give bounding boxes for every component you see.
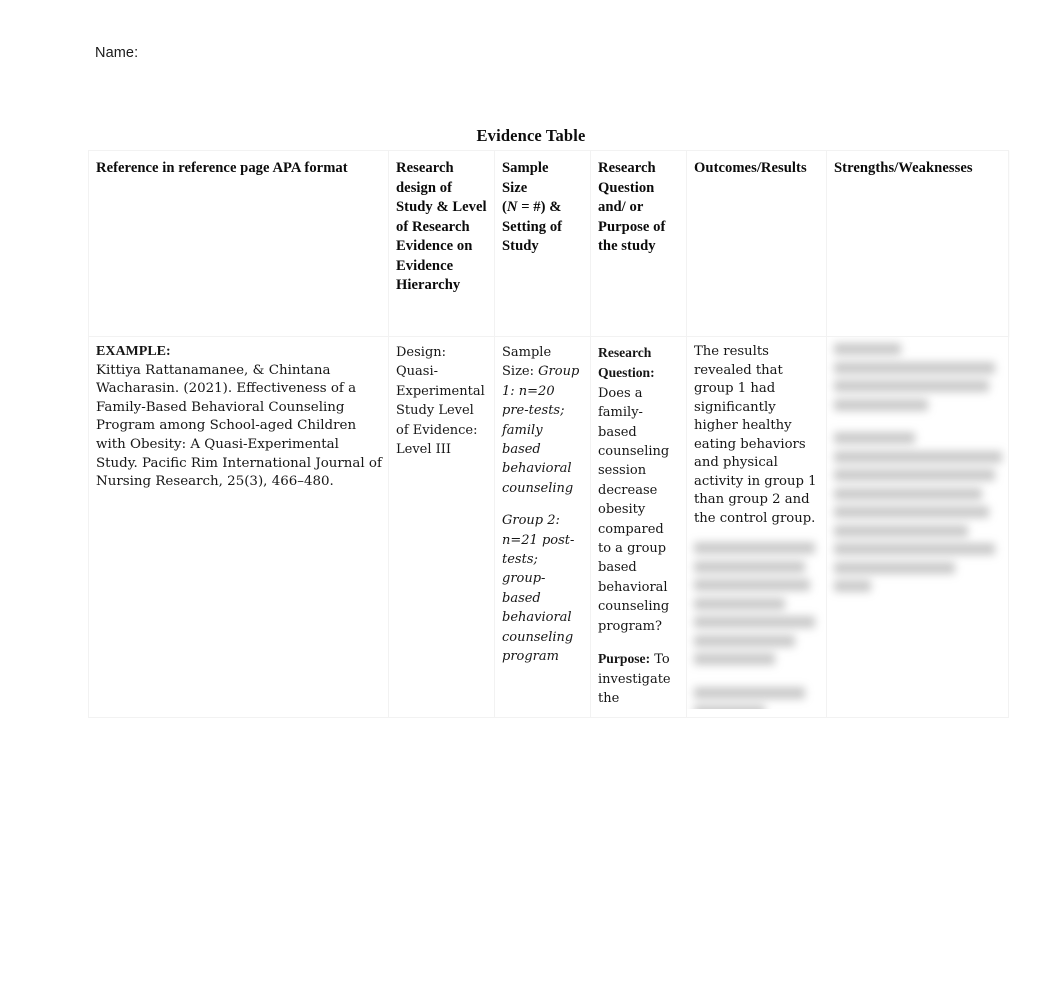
header-cell-outcomes: Outcomes/Results [686,150,827,337]
header-label-sample-size: Sample Size (N = #) & Setting of Study [495,151,590,261]
sample-size-content: Sample Size: Group 1: n=20 pre-tests; fa… [502,343,584,667]
table-header-row: Reference in reference page APA format R… [88,150,1009,337]
header-cell-sample-size: Sample Size (N = #) & Setting of Study [494,150,591,337]
cell-research-question: Research Question: Does a family-based c… [590,336,687,718]
header-label-reference: Reference in reference page APA format [96,160,348,176]
header-sample-line2: Size [502,179,528,196]
header-label-research-question: Research Question and/ or Purpose of the… [598,160,666,254]
cell-outcomes: The results revealed that group 1 had si… [686,336,827,718]
sample-size-group2: Group 2: n=21 post-tests; group-based be… [502,513,575,665]
outcomes-content: The results revealed that group 1 had si… [694,343,820,528]
research-question-text: Does a family-based counseling session d… [598,385,670,634]
research-question-content: Research Question: Does a family-based c… [598,343,680,708]
research-question-label: Research Question: [598,345,655,381]
purpose-label: Purpose: [598,651,651,667]
level-of-evidence-value: Level III [396,442,452,458]
cell-reference-clip: EXAMPLE: Kittiya Rattanamanee, & Chintan… [89,337,388,709]
cell-strengths-weaknesses-clip [827,337,1008,709]
header-cell-research-question: Research Question and/ or Purpose of the… [590,150,687,337]
cell-research-question-clip: Research Question: Does a family-based c… [591,337,686,709]
header-sample-line4: Setting of [502,218,563,235]
reference-content: EXAMPLE: Kittiya Rattanamanee, & Chintan… [96,343,382,492]
sample-size-group1: Group 1: n=20 pre-tests; family based be… [502,364,580,496]
header-sample-line1: Sample [502,160,549,176]
cell-research-design-clip: Design: Quasi-Experimental Study Level o… [389,337,494,709]
cell-strengths-weaknesses [826,336,1009,718]
page-title: Evidence Table [476,126,586,145]
cell-research-design: Design: Quasi-Experimental Study Level o… [388,336,495,718]
name-label: Name: [95,45,139,61]
cell-outcomes-clip: The results revealed that group 1 had si… [687,337,826,709]
cell-reference: EXAMPLE: Kittiya Rattanamanee, & Chintan… [88,336,389,718]
header-cell-reference: Reference in reference page APA format [88,150,389,337]
header-sample-line5: Study [502,238,539,254]
design-label: Design: [396,345,447,360]
cell-sample-size-clip: Sample Size: Group 1: n=20 pre-tests; fa… [495,337,590,709]
header-sample-n-symbol: N [506,199,518,215]
header-cell-strengths-weaknesses: Strengths/Weaknesses [826,150,1009,337]
evidence-table-container: Reference in reference page APA format R… [88,150,1009,718]
header-label-strengths-weaknesses: Strengths/Weaknesses [834,160,973,176]
reference-citation: Kittiya Rattanamanee, & Chintana Wachara… [96,362,382,490]
header-label-research-design: Research design of Study & Level of Rese… [396,160,487,293]
table-row: EXAMPLE: Kittiya Rattanamanee, & Chintan… [88,336,1009,718]
header-label-outcomes: Outcomes/Results [694,160,807,176]
research-design-content: Design: Quasi-Experimental Study Level o… [396,343,488,459]
cell-sample-size: Sample Size: Group 1: n=20 pre-tests; fa… [494,336,591,718]
outcomes-redacted-content [694,542,820,709]
header-cell-research-design: Research design of Study & Level of Rese… [388,150,495,337]
example-label: EXAMPLE: [96,344,171,359]
strengths-weaknesses-redacted-content [834,343,1002,592]
outcomes-text: The results revealed that group 1 had si… [694,344,817,526]
header-sample-paren-close: = #) & [517,199,562,215]
evidence-table: Reference in reference page APA format R… [88,150,1009,718]
